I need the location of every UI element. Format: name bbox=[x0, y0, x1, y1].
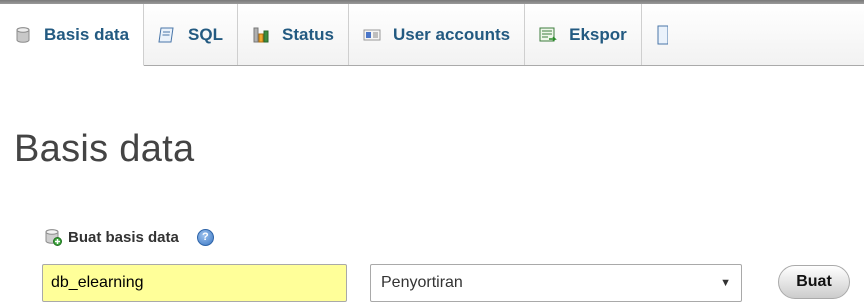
create-database-label: Buat basis data bbox=[68, 228, 179, 246]
tab-export[interactable]: Ekspor bbox=[525, 4, 642, 65]
database-add-icon bbox=[44, 228, 62, 246]
create-database-heading: Buat basis data ? bbox=[44, 228, 214, 246]
tab-databases[interactable]: Basis data bbox=[0, 4, 145, 66]
tab-label: Status bbox=[282, 24, 334, 44]
tab-label: Basis data bbox=[44, 24, 130, 44]
database-name-input[interactable] bbox=[42, 264, 347, 302]
page-title: Basis data bbox=[14, 128, 195, 170]
tab-user-accounts[interactable]: User accounts bbox=[349, 4, 526, 65]
export-icon bbox=[539, 26, 557, 44]
dropdown-arrow-icon: ▼ bbox=[720, 277, 731, 289]
tab-sql[interactable]: SQL bbox=[144, 4, 238, 65]
help-icon[interactable]: ? bbox=[196, 228, 214, 246]
collation-selected-value: Penyortiran bbox=[381, 274, 463, 291]
tab-status[interactable]: Status bbox=[238, 4, 349, 65]
status-chart-icon bbox=[252, 26, 270, 44]
sql-icon bbox=[158, 26, 176, 44]
database-icon bbox=[14, 26, 32, 44]
tab-label: Ekspor bbox=[569, 24, 627, 44]
tab-label: User accounts bbox=[392, 24, 511, 44]
user-accounts-icon bbox=[363, 26, 381, 44]
create-database-button[interactable]: Buat bbox=[778, 265, 850, 299]
collation-select[interactable]: Penyortiran ▼ bbox=[370, 264, 742, 302]
tab-bar: Basis data SQL Status User accounts Eksp… bbox=[0, 4, 864, 66]
tab-overflow-partial[interactable] bbox=[642, 4, 669, 65]
tab-label: SQL bbox=[188, 24, 223, 44]
